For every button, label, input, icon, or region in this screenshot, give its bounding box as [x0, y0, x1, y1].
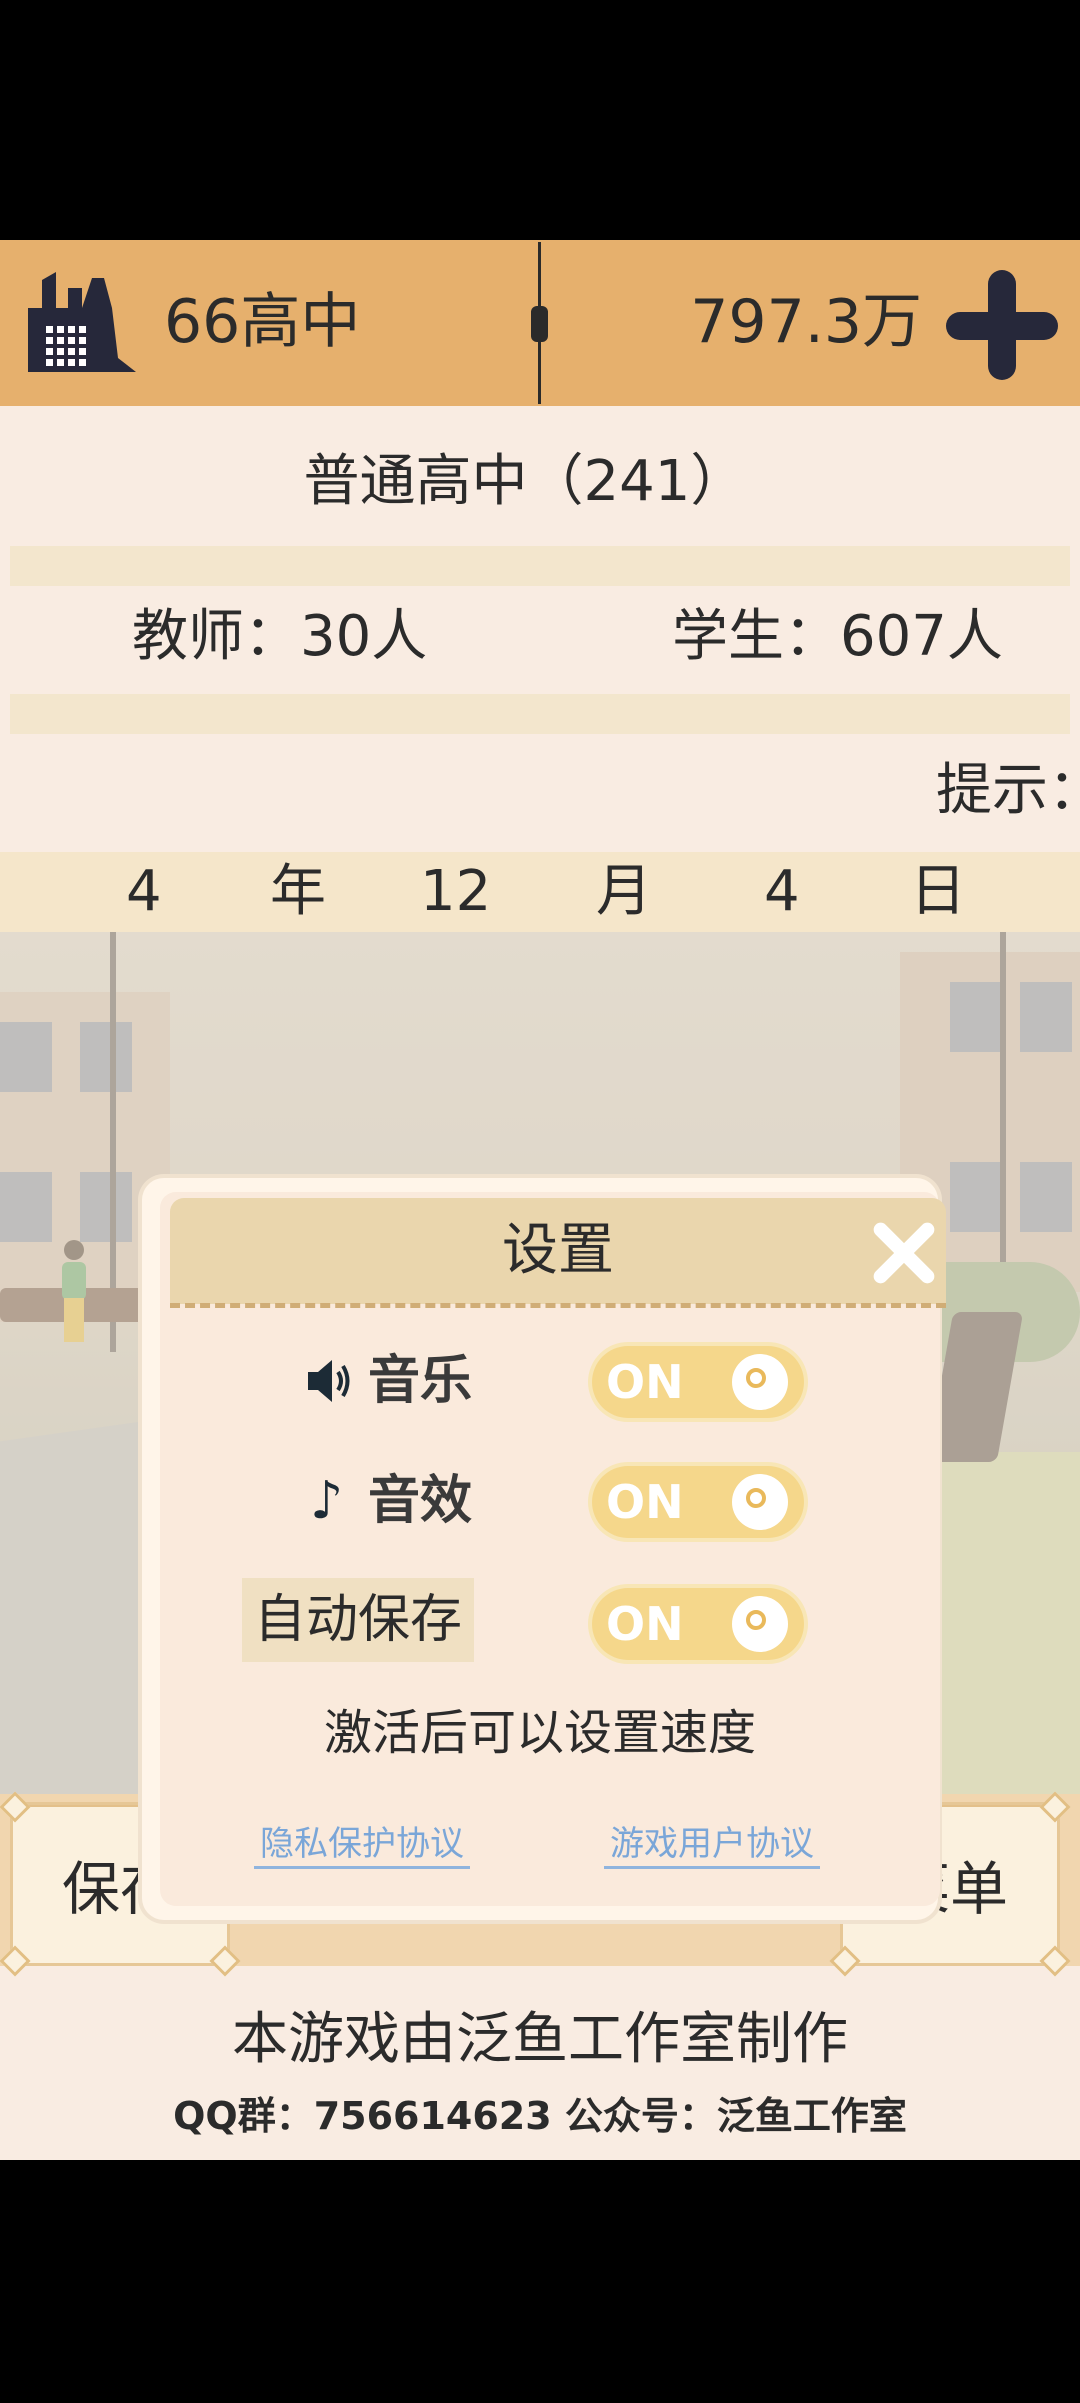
autosave-label: 自动保存	[242, 1578, 474, 1662]
hint-label: 提示：	[936, 758, 1080, 823]
info-band-1	[10, 546, 1070, 586]
music-label: 音乐	[368, 1351, 473, 1411]
teacher-count: 教师：30人	[132, 604, 428, 669]
date-year-unit: 年	[270, 859, 326, 924]
music-toggle-state: ON	[606, 1355, 684, 1409]
date-month-unit: 月	[596, 859, 652, 924]
date-month: 12	[420, 859, 492, 924]
contact-info: QQ群：756614623 公众号：泛鱼工作室	[173, 2094, 907, 2138]
money-amount: 797.3万	[690, 287, 922, 357]
top-bar: 66高中 797.3万	[0, 240, 1080, 406]
speed-note: 激活后可以设置速度	[323, 1705, 756, 1761]
close-icon[interactable]	[868, 1218, 940, 1290]
date-day-unit: 日	[910, 859, 966, 924]
game-screen: 66高中 797.3万 普通高中（241） 教师：30人 学生：607人 提示：…	[0, 240, 1080, 2160]
sound-effects-label: 音效	[368, 1471, 473, 1531]
dialog-header: 设置	[170, 1198, 946, 1308]
info-band-2	[10, 694, 1070, 734]
student-count: 学生：607人	[672, 604, 1003, 669]
school-name: 66高中	[164, 287, 361, 357]
speaker-icon	[308, 1360, 350, 1402]
school-type-title: 普通高中（241）	[303, 449, 747, 514]
sound-effects-toggle[interactable]: ON	[592, 1466, 804, 1538]
privacy-policy-link[interactable]: 隐私保护协议	[254, 1822, 470, 1869]
sound-effects-toggle-state: ON	[606, 1475, 684, 1529]
plus-icon[interactable]	[946, 270, 1058, 380]
factory-building-icon	[28, 272, 136, 372]
user-agreement-link[interactable]: 游戏用户协议	[604, 1822, 820, 1869]
topbar-divider-handle	[531, 306, 548, 342]
dialog-title: 设置	[502, 1218, 614, 1283]
settings-dialog: 设置 音乐 ON ♪ 音效 ON 自动保存 ON 激活后可以设置速度 隐私保护协…	[142, 1178, 946, 1920]
music-note-icon: ♪	[310, 1471, 344, 1531]
date-day: 4	[764, 859, 800, 924]
autosave-toggle[interactable]: ON	[592, 1588, 804, 1660]
studio-credit: 本游戏由泛鱼工作室制作	[232, 2007, 848, 2072]
music-toggle[interactable]: ON	[592, 1346, 804, 1418]
date-bar: 4 年 12 月 4 日	[0, 852, 1080, 932]
autosave-toggle-state: ON	[606, 1597, 684, 1651]
date-year: 4	[126, 859, 162, 924]
